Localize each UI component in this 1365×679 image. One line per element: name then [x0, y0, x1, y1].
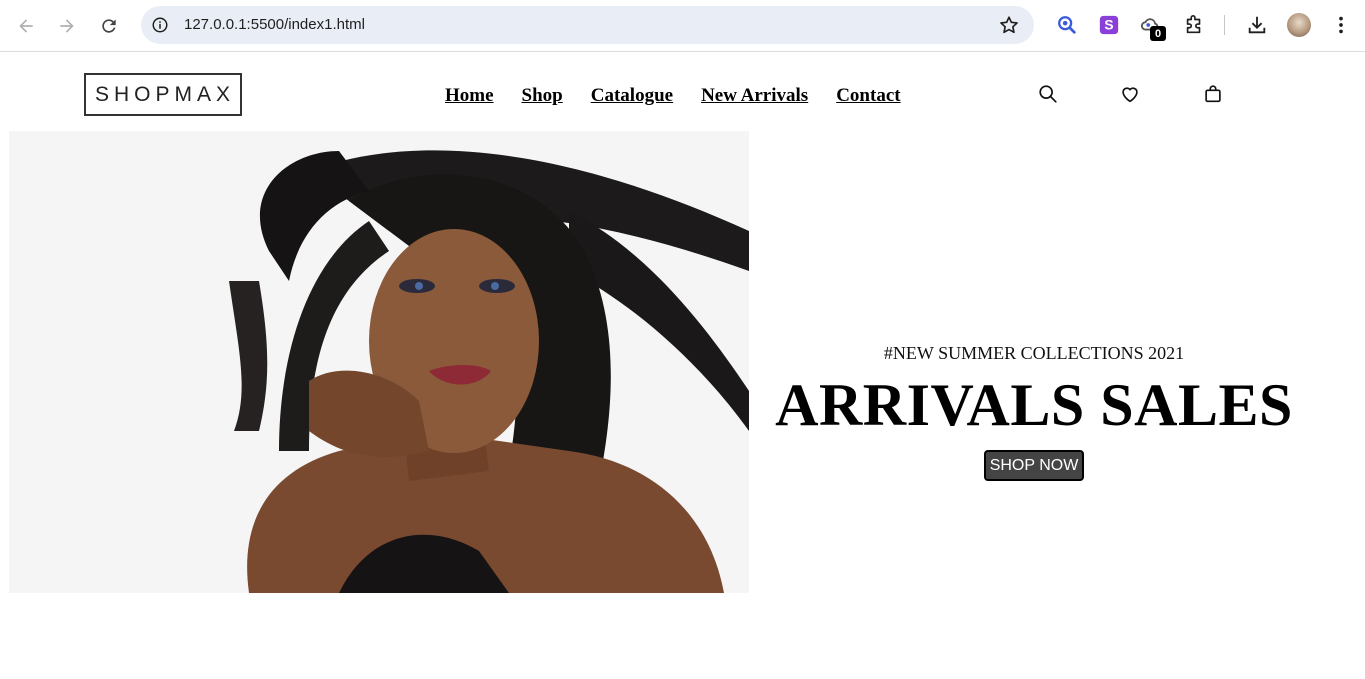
info-icon — [152, 17, 168, 33]
nav-shop[interactable]: Shop — [522, 85, 563, 107]
wishlist-button[interactable] — [1118, 82, 1142, 106]
nav-contact[interactable]: Contact — [836, 85, 900, 107]
reload-button[interactable] — [93, 10, 125, 42]
bag-icon — [1205, 85, 1221, 103]
s-extension-icon: S — [1099, 15, 1119, 35]
menu-button[interactable] — [1328, 12, 1354, 38]
site-logo[interactable]: SHOPMAX — [84, 73, 242, 116]
profile-avatar[interactable] — [1287, 13, 1311, 37]
nav-new-arrivals[interactable]: New Arrivals — [701, 85, 808, 107]
heart-icon — [1122, 87, 1138, 103]
puzzle-icon — [1186, 15, 1201, 34]
back-button[interactable] — [10, 10, 42, 42]
downloads-button[interactable] — [1244, 12, 1270, 38]
hero-tagline: #NEW SUMMER COLLECTIONS 2021 — [883, 343, 1185, 363]
download-icon — [1248, 16, 1266, 34]
hero-headline: ARRIVALS SALES — [775, 372, 1293, 438]
nav-home[interactable]: Home — [445, 85, 494, 107]
browser-toolbar: 127.0.0.1:5500/index1.html S 0 — [0, 0, 1365, 52]
bookmark-button[interactable] — [998, 14, 1020, 36]
more-vert-icon — [1339, 16, 1343, 34]
extensions-button[interactable] — [1181, 12, 1207, 38]
forward-button[interactable] — [51, 10, 83, 42]
back-icon — [19, 19, 33, 33]
lens-extension-button[interactable] — [1054, 12, 1080, 38]
search-button[interactable] — [1036, 82, 1060, 106]
main-nav: Home Shop Catalogue New Arrivals Contact — [445, 85, 901, 107]
toolbar-divider — [1224, 15, 1225, 35]
search-icon — [1039, 85, 1057, 103]
nav-catalogue[interactable]: Catalogue — [591, 85, 673, 107]
bookmark-star-icon — [1000, 16, 1018, 34]
cart-button[interactable] — [1201, 82, 1225, 106]
shop-now-button[interactable]: SHOP NOW — [984, 450, 1084, 481]
lens-extension-icon — [1058, 16, 1076, 34]
forward-icon — [60, 19, 74, 33]
reload-icon — [102, 19, 116, 33]
extension-badge: 0 — [1150, 26, 1166, 41]
address-bar[interactable]: 127.0.0.1:5500/index1.html — [141, 6, 1034, 44]
site-info-button[interactable] — [149, 14, 171, 36]
s-extension-button[interactable]: S — [1096, 12, 1122, 38]
hero-image — [9, 131, 749, 593]
hero-content: #NEW SUMMER COLLECTIONS 2021 ARRIVALS SA… — [749, 131, 1365, 593]
svg-text:S: S — [1104, 18, 1113, 33]
url-text[interactable]: 127.0.0.1:5500/index1.html — [184, 16, 365, 33]
